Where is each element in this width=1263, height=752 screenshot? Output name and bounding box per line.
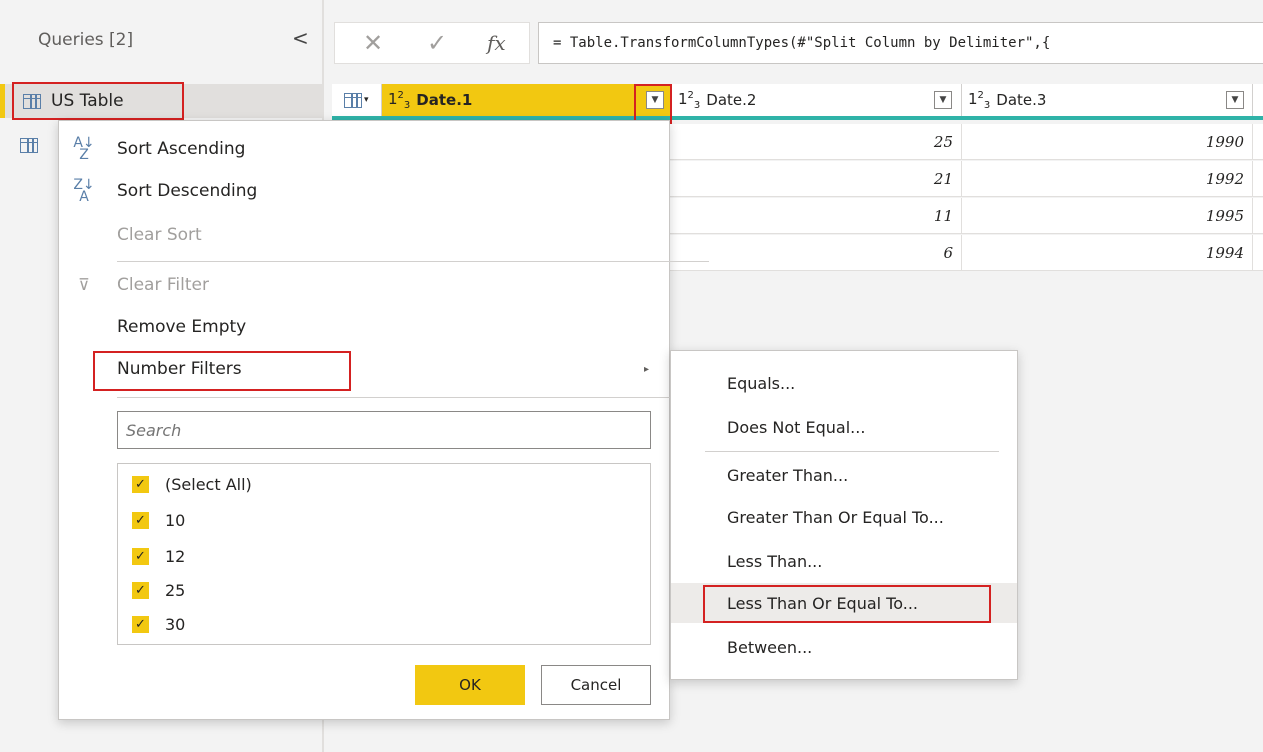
fx-icon[interactable]: fx [487, 31, 506, 55]
column-header-date3[interactable]: 123 Date.3 ▼ [962, 84, 1253, 116]
checkbox-checked-icon[interactable]: ✓ [132, 581, 149, 599]
query-item-us-table[interactable]: US Table [0, 84, 322, 118]
filter-value-label: (Select All) [165, 474, 252, 494]
grid-header: ▾ 123 Date.1 ▼ 123 Date.2 ▼ 123 Date.3 ▼ [332, 84, 1263, 120]
submenu-item-less-than-or-equal[interactable]: Less Than Or Equal To... [671, 583, 1017, 623]
filter-value-label: 10 [165, 510, 186, 530]
table-menu-corner[interactable]: ▾ [332, 84, 382, 116]
formula-input[interactable]: = Table.TransformColumnTypes(#"Split Col… [538, 22, 1263, 64]
cancel-button[interactable]: Cancel [541, 665, 651, 705]
column-header-date1[interactable]: 123 Date.1 ▼ [382, 84, 672, 116]
menu-item-number-filters[interactable]: Number Filters ▸ [59, 349, 669, 389]
formula-bar: ✕ ✓ fx = Table.TransformColumnTypes(#"Sp… [326, 14, 1263, 72]
chevron-down-icon: ▾ [364, 95, 369, 105]
menu-separator [705, 451, 999, 452]
filter-value-item[interactable]: ✓ 12 [132, 538, 185, 574]
checkbox-checked-icon[interactable]: ✓ [132, 475, 149, 493]
submenu-item-does-not-equal[interactable]: Does Not Equal... [671, 407, 1017, 447]
submenu-item-greater-than[interactable]: Greater Than... [671, 455, 1017, 495]
column-filter-dropdown-date1[interactable]: ▼ [646, 91, 664, 109]
sort-ascending-icon: A↓ Z [73, 135, 95, 163]
filter-value-label: 12 [165, 546, 186, 566]
cancel-formula-icon[interactable]: ✕ [363, 29, 383, 57]
menu-separator [117, 397, 709, 398]
menu-item-label: Number Filters [117, 359, 242, 379]
table-cell[interactable]: 11 [672, 198, 962, 234]
submenu-item-label: Greater Than Or Equal To... [727, 507, 944, 527]
menu-item-remove-empty[interactable]: Remove Empty [59, 307, 669, 347]
submenu-item-label: Between... [727, 637, 813, 657]
query-item-2[interactable] [0, 128, 60, 162]
queries-title: Queries [2] [38, 30, 134, 50]
submenu-item-less-than[interactable]: Less Than... [671, 541, 1017, 581]
column-name: Date.1 [416, 91, 473, 109]
table-cell[interactable]: 1990 [962, 124, 1253, 160]
column-name: Date.2 [706, 91, 757, 109]
table-cell[interactable]: 1994 [962, 235, 1253, 271]
number-filters-submenu: Equals... Does Not Equal... Greater Than… [670, 350, 1018, 680]
whole-number-type-icon: 123 [968, 89, 991, 111]
submenu-item-between[interactable]: Between... [671, 627, 1017, 667]
filter-value-select-all[interactable]: ✓ (Select All) [132, 466, 252, 502]
checkbox-checked-icon[interactable]: ✓ [132, 615, 149, 633]
whole-number-type-icon: 123 [678, 89, 701, 111]
menu-item-label: Remove Empty [117, 317, 247, 337]
checkbox-checked-icon[interactable]: ✓ [132, 511, 149, 529]
column-filter-dropdown-date3[interactable]: ▼ [1226, 91, 1244, 109]
menu-item-label: Clear Filter [117, 275, 209, 295]
filter-search-input[interactable] [117, 411, 651, 449]
menu-item-label: Sort Descending [117, 181, 258, 201]
menu-item-clear-sort[interactable]: Clear Sort [59, 215, 669, 255]
submenu-item-label: Equals... [727, 373, 796, 393]
table-cell[interactable]: 21 [672, 161, 962, 197]
power-query-editor: Queries [2] < US Table ✕ ✓ fx = Table.Tr… [0, 0, 1263, 752]
whole-number-type-icon: 123 [388, 89, 411, 111]
menu-separator [117, 261, 709, 262]
table-cell[interactable]: 6 [672, 235, 962, 271]
menu-item-label: Clear Sort [117, 225, 202, 245]
table-cell[interactable]: 25 [672, 124, 962, 160]
filter-value-item[interactable]: ✓ 30 [132, 606, 185, 642]
menu-item-sort-ascending[interactable]: A↓ Z Sort Ascending [59, 129, 669, 169]
filter-value-item[interactable]: ✓ 25 [132, 572, 185, 608]
filter-value-item[interactable]: ✓ 10 [132, 502, 185, 538]
filter-value-label: 30 [165, 614, 186, 634]
menu-item-sort-descending[interactable]: Z↓ A Sort Descending [59, 171, 669, 211]
submenu-item-greater-than-or-equal[interactable]: Greater Than Or Equal To... [671, 497, 1017, 537]
collapse-queries-button[interactable]: < [292, 26, 309, 50]
column-header-date2[interactable]: 123 Date.2 ▼ [672, 84, 962, 116]
filter-value-label: 25 [165, 580, 186, 600]
menu-item-clear-filter[interactable]: ⊽ Clear Filter [59, 265, 669, 305]
table-cell[interactable]: 1995 [962, 198, 1253, 234]
submenu-item-label: Greater Than... [727, 465, 849, 485]
column-filter-dropdown-date2[interactable]: ▼ [934, 91, 952, 109]
submenu-item-label: Less Than Or Equal To... [727, 593, 918, 613]
submenu-item-label: Less Than... [727, 551, 823, 571]
table-icon [23, 93, 41, 109]
checkbox-checked-icon[interactable]: ✓ [132, 547, 149, 565]
filter-values-list: ✓ (Select All) ✓ 10 ✓ 12 ✓ 25 ✓ 30 [117, 463, 651, 645]
submenu-item-label: Does Not Equal... [727, 417, 866, 437]
table-icon [20, 137, 38, 153]
menu-item-label: Sort Ascending [117, 139, 246, 159]
query-item-label: US Table [51, 91, 124, 111]
table-icon [344, 92, 362, 108]
sort-descending-icon: Z↓ A [73, 177, 95, 205]
submenu-item-equals[interactable]: Equals... [671, 363, 1017, 403]
ok-button[interactable]: OK [415, 665, 525, 705]
table-cell[interactable]: 1992 [962, 161, 1253, 197]
column-filter-menu: A↓ Z Sort Ascending Z↓ A Sort Descending C… [58, 120, 709, 720]
formula-bar-buttons: ✕ ✓ fx [334, 22, 530, 64]
submenu-arrow-icon: ▸ [643, 363, 649, 375]
confirm-formula-icon[interactable]: ✓ [427, 29, 447, 57]
clear-filter-icon: ⊽ [78, 275, 90, 294]
column-name: Date.3 [996, 91, 1047, 109]
